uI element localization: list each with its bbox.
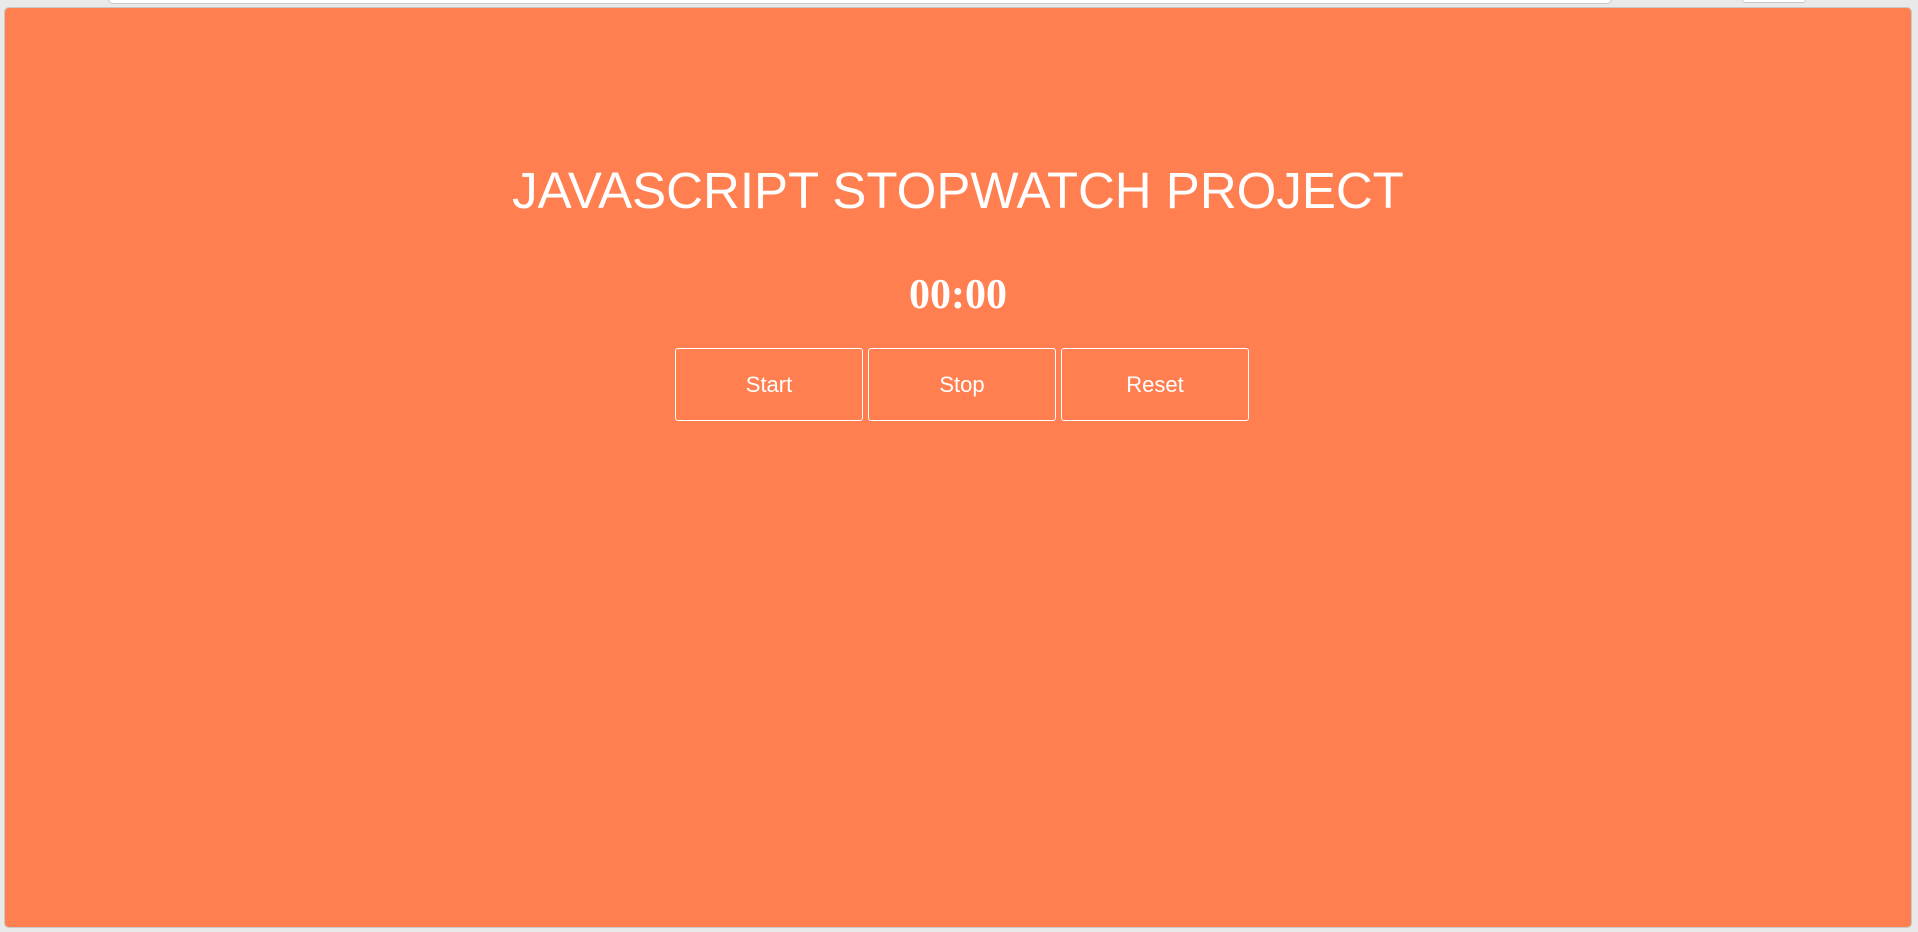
address-bar[interactable] [108,0,1612,4]
toolbar-button[interactable] [1742,0,1806,3]
stopwatch-display: 00:00 [909,272,1007,318]
stopwatch-controls: Start Stop Reset [675,348,1249,421]
start-button[interactable]: Start [675,348,863,421]
stop-button[interactable]: Stop [868,348,1056,421]
reset-button[interactable]: Reset [1061,348,1249,421]
browser-toolbar-strip [0,0,1918,7]
page-title: JAVASCRIPT STOPWATCH PROJECT [512,162,1404,219]
page-viewport: JAVASCRIPT STOPWATCH PROJECT 00:00 Start… [4,7,1912,928]
